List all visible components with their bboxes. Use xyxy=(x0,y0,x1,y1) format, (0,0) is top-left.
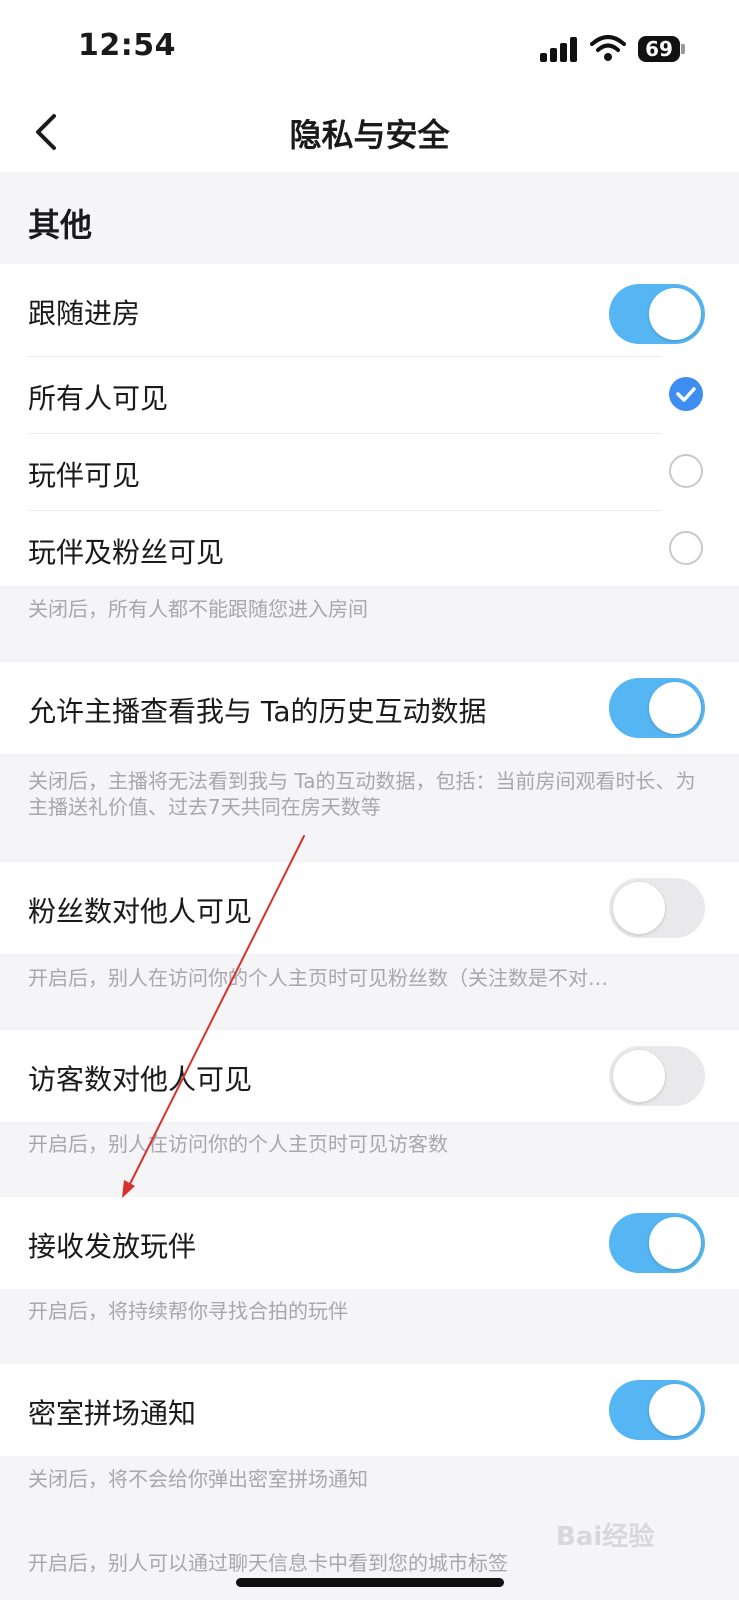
checkmark-icon[interactable] xyxy=(669,377,703,411)
section-header: 其他 xyxy=(0,172,739,268)
cellular-signal-icon xyxy=(540,36,578,62)
battery-level: 69 xyxy=(638,36,680,62)
section-title: 其他 xyxy=(28,206,93,244)
fans-card: 粉丝数对他人可见 xyxy=(0,862,739,954)
history-toggle[interactable] xyxy=(609,678,705,738)
fans-note: 开启后，别人在访问你的个人主页时可见粉丝数（关注数是不对… xyxy=(28,966,608,990)
history-card: 允许主播查看我与 Ta的历史互动数据 xyxy=(0,662,739,754)
partner-toggle[interactable] xyxy=(609,1213,705,1273)
follow-note: 关闭后，所有人都不能跟随您进入房间 xyxy=(28,597,368,621)
option-label: 玩伴可见 xyxy=(28,459,141,492)
history-note: 关闭后，主播将无法看到我与 Ta的互动数据，包括：当前房间观看时长、为主播送礼价… xyxy=(28,769,696,819)
page-title: 隐私与安全 xyxy=(289,116,450,154)
follow-card: 跟随进房 所有人可见 玩伴可见 玩伴及粉丝可见 xyxy=(0,264,739,586)
partner-note: 开启后，将持续帮你寻找合拍的玩伴 xyxy=(28,1299,348,1323)
battery-icon: 69 xyxy=(638,36,685,62)
fans-label: 粉丝数对他人可见 xyxy=(28,895,253,928)
visitors-note: 开启后，别人在访问你的个人主页时可见访客数 xyxy=(28,1132,448,1156)
visibility-option-all[interactable]: 所有人可见 xyxy=(0,357,739,433)
escape-room-note: 关闭后，将不会给你弹出密室拼场通知 xyxy=(28,1467,368,1491)
history-label: 允许主播查看我与 Ta的历史互动数据 xyxy=(28,695,487,728)
partner-card: 接收发放玩伴 xyxy=(0,1197,739,1289)
city-note: 开启后，别人可以通过聊天信息卡中看到您的城市标签 xyxy=(28,1551,508,1575)
visitors-card: 访客数对他人可见 xyxy=(0,1030,739,1122)
nav-bar: 隐私与安全 xyxy=(0,96,739,172)
visitors-label: 访客数对他人可见 xyxy=(28,1063,253,1096)
escape-room-card: 密室拼场通知 xyxy=(0,1364,739,1456)
fans-toggle[interactable] xyxy=(609,878,705,938)
option-label: 玩伴及粉丝可见 xyxy=(28,536,225,569)
visibility-option-partners[interactable]: 玩伴可见 xyxy=(0,434,739,510)
partner-label: 接收发放玩伴 xyxy=(28,1230,197,1263)
escape-room-label: 密室拼场通知 xyxy=(28,1397,197,1430)
radio-unchecked-icon[interactable] xyxy=(669,454,703,488)
follow-toggle[interactable] xyxy=(609,284,705,344)
watermark: Bai经验 xyxy=(556,1522,655,1552)
option-label: 所有人可见 xyxy=(28,382,169,415)
escape-room-toggle[interactable] xyxy=(609,1380,705,1440)
visitors-toggle[interactable] xyxy=(609,1046,705,1106)
radio-unchecked-icon[interactable] xyxy=(669,531,703,565)
status-time: 12:54 xyxy=(78,28,176,63)
follow-row: 跟随进房 xyxy=(0,264,739,356)
visibility-option-partners-fans[interactable]: 玩伴及粉丝可见 xyxy=(0,511,739,586)
home-indicator[interactable] xyxy=(236,1578,504,1587)
status-bar: 12:54 69 xyxy=(0,0,739,96)
wifi-icon xyxy=(590,35,626,61)
follow-label: 跟随进房 xyxy=(28,297,141,330)
